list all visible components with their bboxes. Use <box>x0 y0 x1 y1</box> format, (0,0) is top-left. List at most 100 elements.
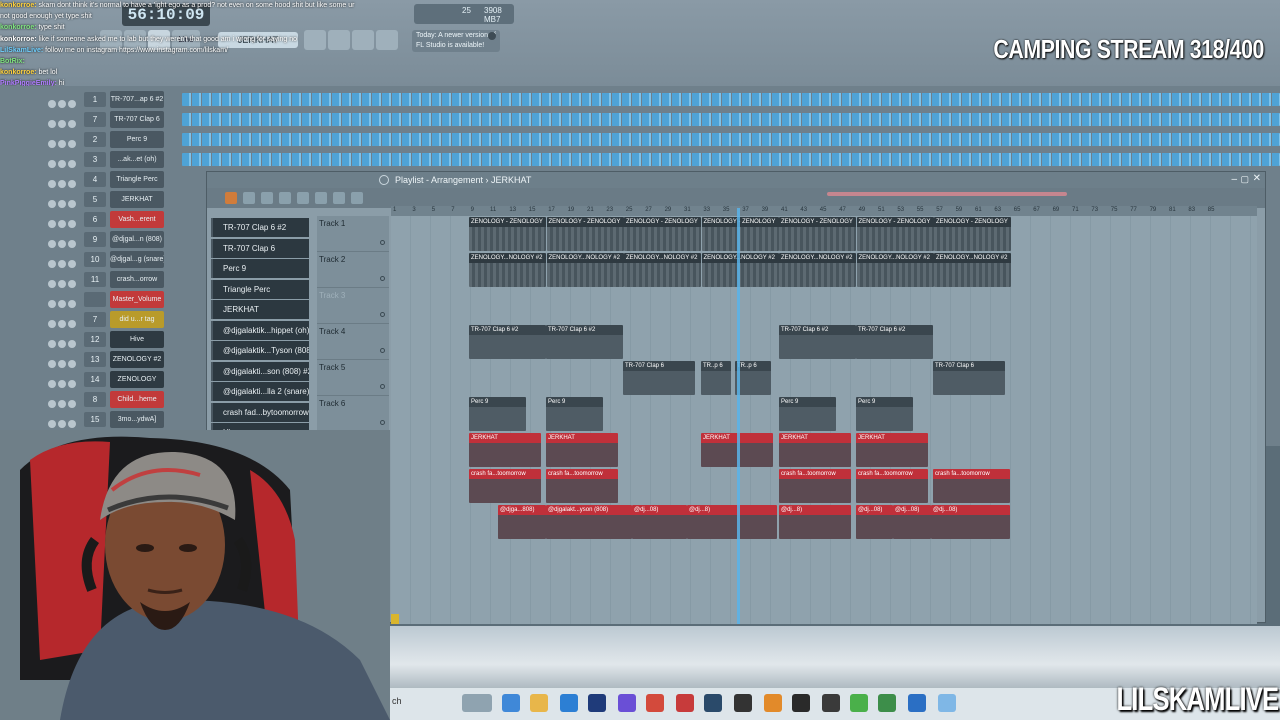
track-header[interactable]: Track 2 <box>317 252 389 288</box>
mute-led-icon[interactable] <box>58 120 66 128</box>
app-icon-6[interactable] <box>908 694 926 712</box>
track-mute-icon[interactable] <box>380 348 385 353</box>
mute-led-icon[interactable] <box>48 320 56 328</box>
pattern-clip[interactable]: @djgalakt...yson (808) <box>546 505 632 539</box>
pattern-clip[interactable]: ZENOLOGY...NOLOGY #2 <box>546 253 624 287</box>
channel-name-button[interactable]: TR-707...ap 6 #2 <box>110 91 164 108</box>
minimize-icon[interactable]: – <box>1231 174 1237 185</box>
pattern-clip[interactable]: ZENOLOGY - ZENOLOGY <box>856 217 934 251</box>
mute-led-icon[interactable] <box>58 100 66 108</box>
pattern-clip[interactable]: @dj...8) <box>779 505 851 539</box>
file-explorer-icon[interactable] <box>530 694 548 712</box>
channel-name-button[interactable]: Master_Volume <box>110 291 164 308</box>
channel-mute-leds[interactable] <box>48 155 80 168</box>
arrangement-grid[interactable]: ZENOLOGY - ZENOLOGY ZENOLOGY - ZENOLOGY ZE… <box>391 216 1257 624</box>
mute-led-icon[interactable] <box>68 180 76 188</box>
channel-mixer-number[interactable]: 11 <box>84 272 106 287</box>
mute-tool-icon[interactable] <box>279 192 291 204</box>
channel-mute-leds[interactable] <box>48 175 80 188</box>
channel-mixer-number[interactable]: 7 <box>84 312 106 327</box>
mute-led-icon[interactable] <box>48 120 56 128</box>
channel-name-button[interactable]: ZENOLOGY <box>110 371 164 388</box>
step-sequencer[interactable] <box>182 113 1280 126</box>
pattern-clip[interactable]: TR..p 6 <box>701 361 731 395</box>
channel-mute-leds[interactable] <box>48 415 80 428</box>
channel-mute-leds[interactable] <box>48 235 80 248</box>
picker-pattern-item[interactable]: crash fad...bytoomorrow <box>211 402 309 422</box>
pattern-clip[interactable]: ZENOLOGY...NOLOGY #2 <box>624 253 701 287</box>
mute-led-icon[interactable] <box>68 260 76 268</box>
pattern-clip[interactable]: TR-707 Clap 6 #2 <box>469 325 546 359</box>
pattern-clip[interactable]: TR-707 Clap 6 <box>623 361 695 395</box>
pattern-clip[interactable]: ZENOLOGY - ZENOLOGY <box>469 217 546 251</box>
channel-name-button[interactable]: Child...heme <box>110 391 164 408</box>
playback-tool-icon[interactable] <box>351 192 363 204</box>
mute-led-icon[interactable] <box>58 280 66 288</box>
channel-name-button[interactable]: ZENOLOGY #2 <box>110 351 164 368</box>
pattern-clip[interactable]: crash fa...toomorrow <box>856 469 928 503</box>
pattern-clip[interactable]: ZENOLOGY...NOLOGY #2 <box>701 253 779 287</box>
mute-led-icon[interactable] <box>48 220 56 228</box>
info-icon[interactable] <box>488 32 496 40</box>
brave-icon[interactable] <box>646 694 664 712</box>
mute-led-icon[interactable] <box>68 280 76 288</box>
mute-led-icon[interactable] <box>48 140 56 148</box>
pattern-clip[interactable]: Perc 9 <box>779 397 836 431</box>
channel-row[interactable]: 2 Perc 9 <box>44 130 1280 149</box>
channel-name-button[interactable]: JERKHAT <box>110 191 164 208</box>
channel-name-button[interactable]: Perc 9 <box>110 131 164 148</box>
mute-led-icon[interactable] <box>48 260 56 268</box>
pattern-clip[interactable]: @dj...8) <box>687 505 777 539</box>
track-header[interactable]: Track 1 <box>317 216 389 252</box>
pattern-clip[interactable]: ZENOLOGY - ZENOLOGY <box>701 217 779 251</box>
channel-row[interactable]: 1 TR-707...ap 6 #2 <box>44 90 1280 109</box>
playlist-titlebar[interactable]: Playlist - Arrangement › JERKHAT – ▢ ✕ <box>207 172 1265 188</box>
channel-mute-leds[interactable] <box>48 135 80 148</box>
channel-mixer-number[interactable]: 5 <box>84 192 106 207</box>
steam-icon[interactable] <box>704 694 722 712</box>
mute-led-icon[interactable] <box>58 380 66 388</box>
channel-mute-leds[interactable] <box>48 315 80 328</box>
pattern-clip[interactable]: TR-707 Clap 6 #2 <box>546 325 623 359</box>
track-header[interactable]: Track 5 <box>317 360 389 396</box>
channel-mute-leds[interactable] <box>48 115 80 128</box>
picker-pattern-item[interactable]: @djgalakti...son (808) #2 <box>211 361 309 381</box>
channel-mute-leds[interactable] <box>48 255 80 268</box>
pattern-clip[interactable]: @dj...08) <box>632 505 687 539</box>
pattern-clip[interactable]: TR-707 Clap 6 #2 <box>779 325 856 359</box>
pattern-clip[interactable]: JERKHAT <box>779 433 851 467</box>
channel-mixer-number[interactable]: 9 <box>84 232 106 247</box>
draw-tool-icon[interactable] <box>225 192 237 204</box>
mute-led-icon[interactable] <box>48 360 56 368</box>
channel-mixer-number[interactable] <box>84 292 106 307</box>
channel-mixer-number[interactable]: 6 <box>84 212 106 227</box>
channel-name-button[interactable]: ...ak...et (oh) <box>110 151 164 168</box>
channel-mute-leds[interactable] <box>48 375 80 388</box>
track-mute-icon[interactable] <box>380 420 385 425</box>
channel-mute-leds[interactable] <box>48 215 80 228</box>
update-notice[interactable]: Today: A newer version of FL Studio is a… <box>412 30 500 52</box>
timeline-ruler[interactable]: 1 3 5 7 9 11 13 15 17 19 21 23 25 27 29 31 33 35 37 39 41 43 4… <box>391 206 1257 216</box>
pattern-clip[interactable]: JERKHAT <box>856 433 928 467</box>
pattern-clip[interactable]: ZENOLOGY...NOLOGY #2 <box>856 253 934 287</box>
channel-mute-leds[interactable] <box>48 335 80 348</box>
channel-mixer-number[interactable]: 3 <box>84 152 106 167</box>
app-icon-4[interactable] <box>850 694 868 712</box>
pattern-clip[interactable]: ZENOLOGY...NOLOGY #2 <box>469 253 546 287</box>
mute-led-icon[interactable] <box>68 240 76 248</box>
mute-led-icon[interactable] <box>68 200 76 208</box>
mute-led-icon[interactable] <box>68 120 76 128</box>
pattern-clip[interactable]: Perc 9 <box>546 397 603 431</box>
pattern-clip[interactable]: JERKHAT <box>469 433 541 467</box>
channel-row[interactable]: 7 TR-707 Clap 6 <box>44 110 1280 129</box>
channel-mixer-number[interactable]: 4 <box>84 172 106 187</box>
pattern-clip[interactable]: @djga...808) <box>498 505 546 539</box>
mute-led-icon[interactable] <box>48 400 56 408</box>
app-icon[interactable] <box>676 694 694 712</box>
picker-pattern-item[interactable]: @djgalaktik...Tyson (808) <box>211 341 309 360</box>
pattern-clip[interactable]: TR..p 6 <box>735 361 771 395</box>
channel-mixer-number[interactable]: 7 <box>84 112 106 127</box>
picker-pattern-item[interactable]: @djgalaktik...hippet (oh) <box>211 320 309 340</box>
pattern-clip[interactable]: @dj...08) <box>856 505 893 539</box>
maximize-icon[interactable]: ▢ <box>1240 174 1249 185</box>
